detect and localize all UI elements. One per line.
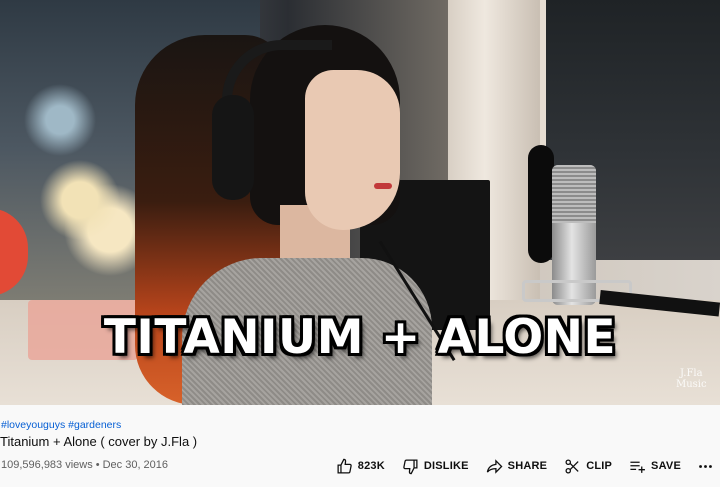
video-overlay-title: TITANIUM + ALONE: [103, 310, 617, 365]
thumbs-down-icon: [403, 458, 418, 474]
playlist-add-icon: [630, 461, 645, 473]
dislike-label: DISLIKE: [423, 460, 469, 472]
clip-button[interactable]: CLIP: [564, 453, 612, 479]
share-arrow-icon: [486, 458, 503, 474]
meta-separator: •: [95, 459, 100, 471]
pop-filter: [528, 145, 554, 263]
share-label: SHARE: [507, 460, 548, 472]
like-button[interactable]: 823K: [336, 453, 385, 479]
save-label: SAVE: [651, 460, 681, 472]
video-title: Titanium + Alone ( cover by J.Fla ): [0, 434, 198, 449]
more-actions-button[interactable]: [697, 453, 714, 479]
singer-lips: [374, 183, 392, 189]
view-count: 109,596,983 views: [1, 459, 93, 471]
upload-date: Dec 30, 2016: [102, 459, 169, 471]
share-button[interactable]: SHARE: [486, 453, 548, 479]
headphone-cup: [212, 95, 254, 200]
scissors-icon: [565, 458, 579, 474]
more-horizontal-icon: [699, 464, 712, 468]
save-button[interactable]: SAVE: [629, 453, 681, 479]
hashtag-link[interactable]: #loveyouguys: [1, 419, 65, 431]
dislike-button[interactable]: DISLIKE: [402, 453, 469, 479]
action-bar: 823K DISLIKE SHARE CLIP SAVE: [319, 453, 720, 479]
like-count: 823K: [357, 460, 385, 472]
video-player[interactable]: TITANIUM + ALONE J.Fla Music: [0, 0, 720, 405]
video-meta: 109,596,983 views • Dec 30, 2016: [1, 459, 168, 471]
clip-label: CLIP: [586, 460, 613, 472]
channel-watermark: J.Fla Music: [676, 368, 707, 390]
hashtag-link[interactable]: #gardeners: [68, 419, 121, 431]
hashtag-list: #loveyouguys #gardeners: [1, 419, 121, 431]
microphone-grille: [552, 165, 596, 223]
thumbs-up-icon: [337, 458, 352, 474]
